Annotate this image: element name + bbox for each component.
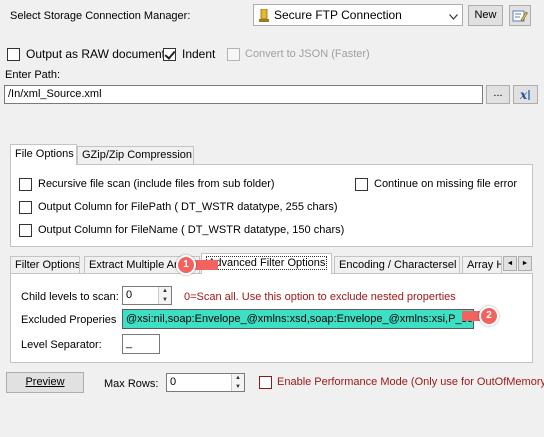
level-separator-label: Level Separator: xyxy=(21,339,102,351)
max-rows-value: 0 xyxy=(170,376,177,388)
spin-down-icon[interactable]: ▼ xyxy=(232,383,244,392)
filepath-column-label: Output Column for FilePath ( DT_WSTR dat… xyxy=(38,201,338,213)
callout-one-badge: 1 xyxy=(176,255,196,275)
connection-label: Select Storage Connection Manager: xyxy=(10,10,191,22)
tab-scroll-right-button[interactable]: ► xyxy=(518,256,532,271)
connection-selected-value: Secure FTP Connection xyxy=(274,8,402,22)
indent-checkbox[interactable] xyxy=(163,48,176,61)
continue-missing-checkbox[interactable] xyxy=(355,178,368,191)
new-connection-button[interactable]: New xyxy=(468,5,503,26)
edit-connection-button[interactable] xyxy=(509,5,531,26)
expression-icon: x xyxy=(518,88,534,105)
child-levels-stepper[interactable]: 0 ▲ ▼ xyxy=(122,286,172,305)
path-input[interactable]: /In/xml_Source.xml xyxy=(4,85,483,104)
tab-scroll-left-button[interactable]: ◄ xyxy=(503,256,517,271)
filepath-column-checkbox[interactable] xyxy=(19,201,32,214)
raw-document-checkbox[interactable] xyxy=(7,48,20,61)
raw-document-label: Output as RAW document xyxy=(26,47,165,61)
tab-encoding-characterset[interactable]: Encoding / Charactersel xyxy=(334,256,460,274)
performance-mode-label: Enable Performance Mode (Only use for Ou… xyxy=(277,376,544,388)
filename-column-checkbox[interactable] xyxy=(19,224,32,237)
excluded-properties-input[interactable]: @xsi:nil,soap:Envelope_@xmlns:xsd,soap:E… xyxy=(122,309,474,329)
preview-button[interactable]: Preview xyxy=(6,372,84,393)
connection-icon xyxy=(259,8,269,22)
browse-button[interactable]: ... xyxy=(486,85,510,104)
advanced-filter-panel: Child levels to scan: 0 ▲ ▼ 0=Scan all. … xyxy=(10,273,533,363)
connection-select[interactable]: Secure FTP Connection xyxy=(253,4,463,26)
tab-filter-options[interactable]: Filter Options xyxy=(10,256,80,274)
child-levels-label: Child levels to scan: xyxy=(21,291,119,303)
preview-label: Preview xyxy=(25,376,65,388)
convert-json-label: Convert to JSON (Faster) xyxy=(245,48,370,60)
tab-gzip-compression[interactable]: GZip/Zip Compression xyxy=(77,146,194,164)
child-levels-hint: 0=Scan all. Use this option to exclude n… xyxy=(184,291,456,303)
convert-json-checkbox[interactable] xyxy=(227,48,240,61)
expression-button[interactable]: x xyxy=(513,85,538,104)
excluded-properties-label: Excluded Properies xyxy=(21,314,117,326)
max-rows-label: Max Rows: xyxy=(104,378,159,390)
max-rows-spin[interactable]: ▲ ▼ xyxy=(231,374,244,391)
indent-label: Indent xyxy=(182,47,216,61)
tab-file-options[interactable]: File Options xyxy=(10,144,77,165)
performance-mode-checkbox[interactable] xyxy=(259,376,272,389)
tab-advanced-filter-options[interactable]: Advanced Filter Options xyxy=(201,253,332,274)
enter-path-label: Enter Path: xyxy=(5,69,61,81)
svg-text:x: x xyxy=(519,88,528,102)
tab-advanced-filter-label: Advanced Filter Options xyxy=(206,256,328,270)
spin-down-icon[interactable]: ▼ xyxy=(159,296,171,305)
continue-missing-label: Continue on missing file error xyxy=(374,178,518,190)
child-levels-spin[interactable]: ▲ ▼ xyxy=(158,287,171,304)
recursive-scan-checkbox[interactable] xyxy=(19,178,32,191)
edit-icon xyxy=(512,10,528,26)
callout-two-badge: 2 xyxy=(479,306,499,326)
child-levels-value: 0 xyxy=(126,289,133,301)
level-separator-input[interactable]: _ xyxy=(122,334,160,354)
chevron-down-icon xyxy=(449,11,458,23)
tab-array-handling[interactable]: Array H xyxy=(462,256,502,274)
max-rows-stepper[interactable]: 0 ▲ ▼ xyxy=(166,373,245,392)
file-options-panel: Recursive file scan (include files from … xyxy=(10,164,533,247)
filename-column-label: Output Column for FileName ( DT_WSTR dat… xyxy=(38,224,345,236)
recursive-scan-label: Recursive file scan (include files from … xyxy=(38,178,275,190)
